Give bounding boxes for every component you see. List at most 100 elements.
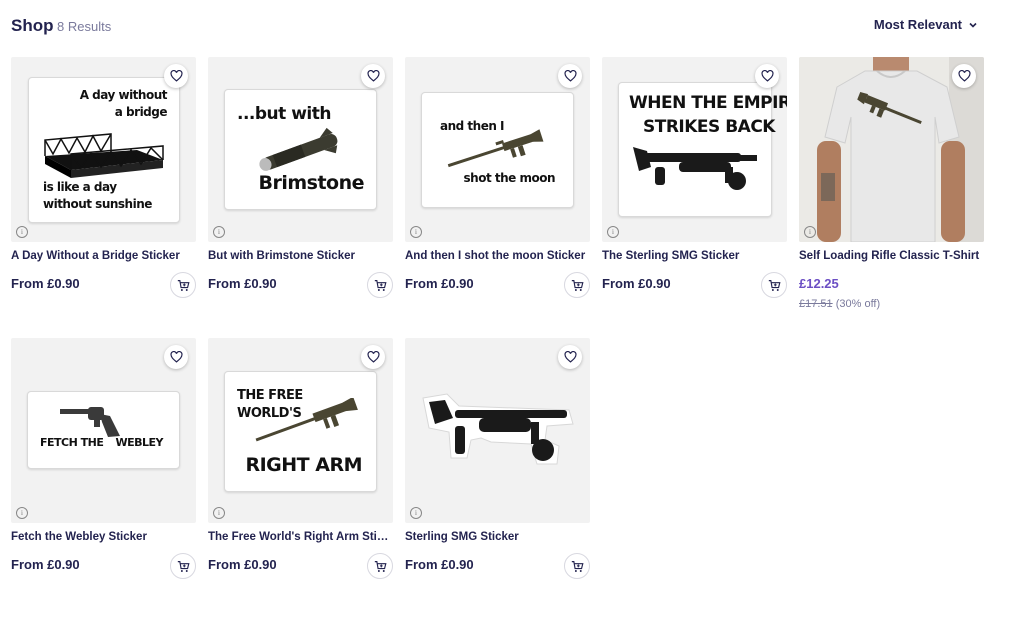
sticker-text: RIGHT ARM [245,454,362,476]
product-card[interactable]: WHEN THE EMPIRE STRIKES BACK i The Sterl… [602,57,787,304]
sale-price: £12.25 [799,276,839,291]
product-card[interactable]: ...but with Brimstone i But with Brimsto… [208,57,393,304]
original-price: £17.51 [799,298,833,310]
price: From £0.90 [11,557,80,572]
sticker-art: ...but with Brimstone [224,89,377,210]
product-title[interactable]: And then I shot the moon Sticker [405,250,590,262]
sticker-text: Brimstone [258,172,364,194]
product-image[interactable]: WHEN THE EMPIRE STRIKES BACK i [602,57,787,242]
heart-icon [169,351,183,363]
smg-sticker-graphic [422,393,574,465]
revolver-graphic [60,407,120,437]
heart-icon [760,70,774,82]
info-icon[interactable]: i [804,226,816,238]
price-row: From £0.90 [11,553,196,585]
product-card[interactable]: i Self Loading Rifle Classic T-Shirt £12… [799,57,984,310]
favorite-button[interactable] [164,345,188,369]
add-to-cart-button[interactable] [564,272,590,298]
info-icon[interactable]: i [607,226,619,238]
price-row: From £0.90 [405,272,590,304]
sticker-art: A day without a bridge is like a day wit… [28,77,180,223]
price: From £0.90 [208,276,277,291]
add-to-cart-icon [768,279,781,291]
rifle-graphic [255,398,358,442]
favorite-button[interactable] [361,64,385,88]
product-card[interactable]: and then I shot the moon i And then I sh… [405,57,590,304]
sticker-text: ...but with [237,104,331,124]
product-title[interactable]: Sterling SMG Sticker [405,531,590,543]
sticker-text: without sunshine [43,197,152,211]
favorite-button[interactable] [755,64,779,88]
add-to-cart-button[interactable] [761,272,787,298]
add-to-cart-icon [374,279,387,291]
heart-icon [169,70,183,82]
add-to-cart-icon [177,279,190,291]
sticker-art: FETCH THE WEBLEY [27,391,180,469]
price: From £0.90 [208,557,277,572]
product-image[interactable]: THE FREE WORLD'S RIGHT ARM i [208,338,393,523]
product-title[interactable]: The Free World's Right Arm Sticker [208,531,393,543]
product-image[interactable]: i [799,57,984,242]
sticker-text: WEBLEY [115,436,163,449]
price-row: From £0.90 [208,272,393,304]
price-row: £12.25 £17.51 (30% off) [799,276,984,310]
info-icon[interactable]: i [16,226,28,238]
add-to-cart-button[interactable] [170,272,196,298]
product-title[interactable]: Fetch the Webley Sticker [11,531,196,543]
product-card[interactable]: A day without a bridge is like a day wit… [11,57,196,304]
favorite-button[interactable] [558,345,582,369]
sticker-art: WHEN THE EMPIRE STRIKES BACK [618,82,787,217]
add-to-cart-button[interactable] [170,553,196,579]
product-title[interactable]: A Day Without a Bridge Sticker [11,250,196,262]
info-icon[interactable]: i [213,507,225,519]
info-icon[interactable]: i [410,226,422,238]
add-to-cart-button[interactable] [564,553,590,579]
price-row: From £0.90 [11,272,196,304]
sticker-text: FETCH THE [40,436,104,449]
add-to-cart-icon [571,560,584,572]
product-title[interactable]: The Sterling SMG Sticker [602,250,787,262]
missile-graphic [259,127,338,171]
sticker-text: A day without [79,88,168,102]
price: From £0.90 [602,276,671,291]
sort-dropdown[interactable]: Most Relevant [874,17,978,32]
heart-icon [563,70,577,82]
price: From £0.90 [11,276,80,291]
info-icon[interactable]: i [410,507,422,519]
sort-label: Most Relevant [873,17,962,32]
product-image[interactable]: and then I shot the moon i [405,57,590,242]
page-title: Shop [11,16,54,35]
add-to-cart-button[interactable] [367,272,393,298]
add-to-cart-icon [374,560,387,572]
smg-graphic [633,147,757,190]
heart-icon [366,351,380,363]
results-count: 8 Results [57,19,112,34]
info-icon[interactable]: i [213,226,225,238]
product-title[interactable]: Self Loading Rifle Classic T-Shirt [799,250,984,262]
product-card[interactable]: THE FREE WORLD'S RIGHT ARM i The Free Wo… [208,338,393,585]
sticker-art: and then I shot the moon [421,92,574,208]
product-image[interactable]: FETCH THE WEBLEY i [11,338,196,523]
heart-icon [366,70,380,82]
product-image[interactable]: i [405,338,590,523]
add-to-cart-button[interactable] [367,553,393,579]
info-icon[interactable]: i [16,507,28,519]
favorite-button[interactable] [558,64,582,88]
add-to-cart-icon [177,560,190,572]
price: From £0.90 [405,276,474,291]
price-row: From £0.90 [602,272,787,304]
product-image[interactable]: A day without a bridge is like a day wit… [11,57,196,242]
sticker-text: WHEN THE EMPIRE [629,93,787,113]
bridge-graphic [44,133,164,178]
product-card[interactable]: i Sterling SMG Sticker From £0.90 [405,338,590,585]
price: From £0.90 [405,557,474,572]
product-title[interactable]: But with Brimstone Sticker [208,250,393,262]
favorite-button[interactable] [952,64,976,88]
price-row: From £0.90 [405,553,590,585]
product-card[interactable]: FETCH THE WEBLEY i Fetch the Webley Stic… [11,338,196,585]
favorite-button[interactable] [361,345,385,369]
favorite-button[interactable] [164,64,188,88]
sticker-text: STRIKES BACK [643,117,775,137]
product-image[interactable]: ...but with Brimstone i [208,57,393,242]
sticker-text: a bridge [114,105,168,119]
